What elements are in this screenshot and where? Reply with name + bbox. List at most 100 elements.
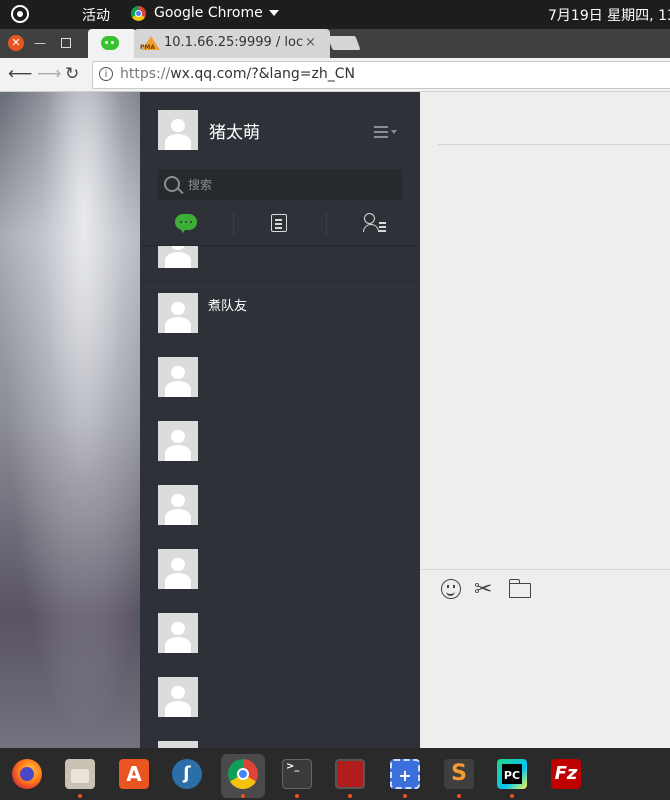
user-name: 猪太萌 [209, 123, 260, 143]
system-monitor-icon [335, 759, 365, 789]
chat-toolbar-divider [420, 569, 670, 570]
tab-wechat[interactable] [88, 29, 136, 58]
wechat-sidebar: 猪太萌 煮队友 [140, 92, 420, 748]
dock-item-firefox[interactable] [5, 754, 49, 798]
list-item[interactable] [140, 345, 420, 410]
folder-icon[interactable] [508, 578, 533, 602]
tab-strip: ✕ — PMA 10.1.66.25:9999 / localh × [0, 29, 670, 58]
list-item[interactable] [140, 729, 420, 748]
list-item[interactable]: 煮队友 [140, 281, 420, 346]
running-indicator [241, 794, 245, 798]
avatar [158, 421, 198, 461]
phpmyadmin-badge: PMA [140, 44, 156, 51]
app-menu[interactable]: Google Chrome [131, 5, 279, 21]
sidebar-tabs [140, 208, 420, 246]
window-maximize-button[interactable] [61, 38, 71, 48]
reload-button[interactable]: ↻ [65, 64, 79, 84]
dock-item-screenshot[interactable]: + [383, 754, 427, 798]
tab-chats[interactable] [140, 212, 233, 236]
screenshot-icon: + [390, 759, 420, 789]
url-host-path: wx.qq.com/?&lang=zh_CN [170, 66, 355, 82]
url-scheme: https:// [120, 66, 171, 82]
dock-item-system-monitor[interactable] [328, 754, 372, 798]
avatar [158, 677, 198, 717]
dock-item-terminal[interactable]: >_ [275, 754, 319, 798]
dock-item-pycharm[interactable]: PC [490, 754, 534, 798]
activities-button[interactable]: 活动 [82, 5, 110, 25]
new-tab-button[interactable] [327, 36, 361, 50]
dock-item-sublime-text[interactable]: S [437, 754, 481, 798]
sublime-text-icon: S [444, 759, 474, 789]
avatar [158, 485, 198, 525]
ubuntu-software-icon: A [119, 759, 149, 789]
filezilla-icon: Fz [551, 759, 581, 789]
remmina-icon: ʃ [172, 759, 202, 789]
running-indicator [78, 794, 82, 798]
list-item[interactable] [140, 665, 420, 730]
forward-button[interactable]: ⟶ [37, 64, 61, 84]
search-box [158, 169, 402, 200]
conversation-name: 煮队友 [208, 299, 248, 314]
list-item[interactable] [140, 409, 420, 474]
dock-item-chrome[interactable] [221, 754, 265, 798]
pycharm-label: PC [503, 769, 521, 782]
avatar [158, 246, 198, 268]
chat-icon [175, 214, 197, 233]
window-close-button[interactable]: ✕ [8, 35, 24, 51]
list-item[interactable] [140, 246, 420, 281]
chevron-down-icon [268, 10, 279, 16]
terminal-icon: >_ [282, 759, 312, 789]
url-text[interactable]: https://wx.qq.com/?&lang=zh_CN [120, 66, 355, 82]
avatar [158, 357, 198, 397]
search-icon [164, 176, 180, 192]
conversation-list: 煮队友 [140, 246, 420, 748]
chat-title-divider [438, 144, 670, 145]
back-button[interactable]: ⟵ [8, 64, 32, 84]
app-menu-label: Google Chrome [154, 5, 263, 21]
wechat-icon [101, 36, 119, 50]
dock: A ʃ >_ + S PC Fz [0, 748, 670, 800]
pycharm-icon: PC [497, 759, 527, 789]
profile-header: 猪太萌 [140, 92, 420, 167]
tab-close-button[interactable]: × [305, 35, 316, 50]
contacts-icon [363, 213, 386, 233]
running-indicator [510, 794, 514, 798]
info-icon[interactable]: i [99, 67, 113, 81]
tab-contacts[interactable] [326, 212, 420, 236]
running-indicator [457, 794, 461, 798]
firefox-icon [12, 759, 42, 789]
dock-item-ubuntu-software[interactable]: A [112, 754, 156, 798]
navigation-bar: ⟵ ⟶ ↻ i https://wx.qq.com/?&lang=zh_CN [0, 58, 670, 92]
avatar [158, 741, 198, 748]
system-top-bar: 活动 Google Chrome 7月19日 星期四, 13 [0, 0, 670, 29]
running-indicator [403, 794, 407, 798]
web-page: 猪太萌 煮队友 [0, 92, 670, 748]
address-bar[interactable]: i https://wx.qq.com/?&lang=zh_CN [92, 61, 670, 89]
dock-item-remmina[interactable]: ʃ [165, 754, 209, 798]
background-image [0, 92, 140, 748]
scissors-icon[interactable]: ✂ [474, 578, 498, 602]
chrome-icon [131, 5, 146, 21]
chat-area: ✂ [420, 92, 670, 748]
avatar[interactable] [158, 110, 198, 150]
ubuntu-logo-icon[interactable] [11, 5, 29, 23]
document-icon [271, 214, 287, 232]
dock-item-filezilla[interactable]: Fz [544, 754, 588, 798]
tab-title: 10.1.66.25:9999 / localh [164, 35, 304, 50]
list-item[interactable] [140, 537, 420, 602]
avatar [158, 613, 198, 653]
tab-phpmyadmin[interactable]: PMA 10.1.66.25:9999 / localh × [134, 29, 330, 58]
tab-articles[interactable] [233, 212, 327, 236]
menu-icon[interactable] [374, 126, 397, 138]
search-input[interactable] [186, 174, 390, 196]
list-item[interactable] [140, 601, 420, 666]
dock-item-files[interactable] [58, 754, 102, 798]
running-indicator [348, 794, 352, 798]
clock[interactable]: 7月19日 星期四, 13 [548, 5, 670, 25]
emoji-icon[interactable] [440, 578, 464, 602]
running-indicator [295, 794, 299, 798]
chrome-icon [228, 759, 258, 789]
files-icon [65, 759, 95, 789]
list-item[interactable] [140, 473, 420, 538]
window-minimize-button[interactable]: — [34, 36, 46, 50]
